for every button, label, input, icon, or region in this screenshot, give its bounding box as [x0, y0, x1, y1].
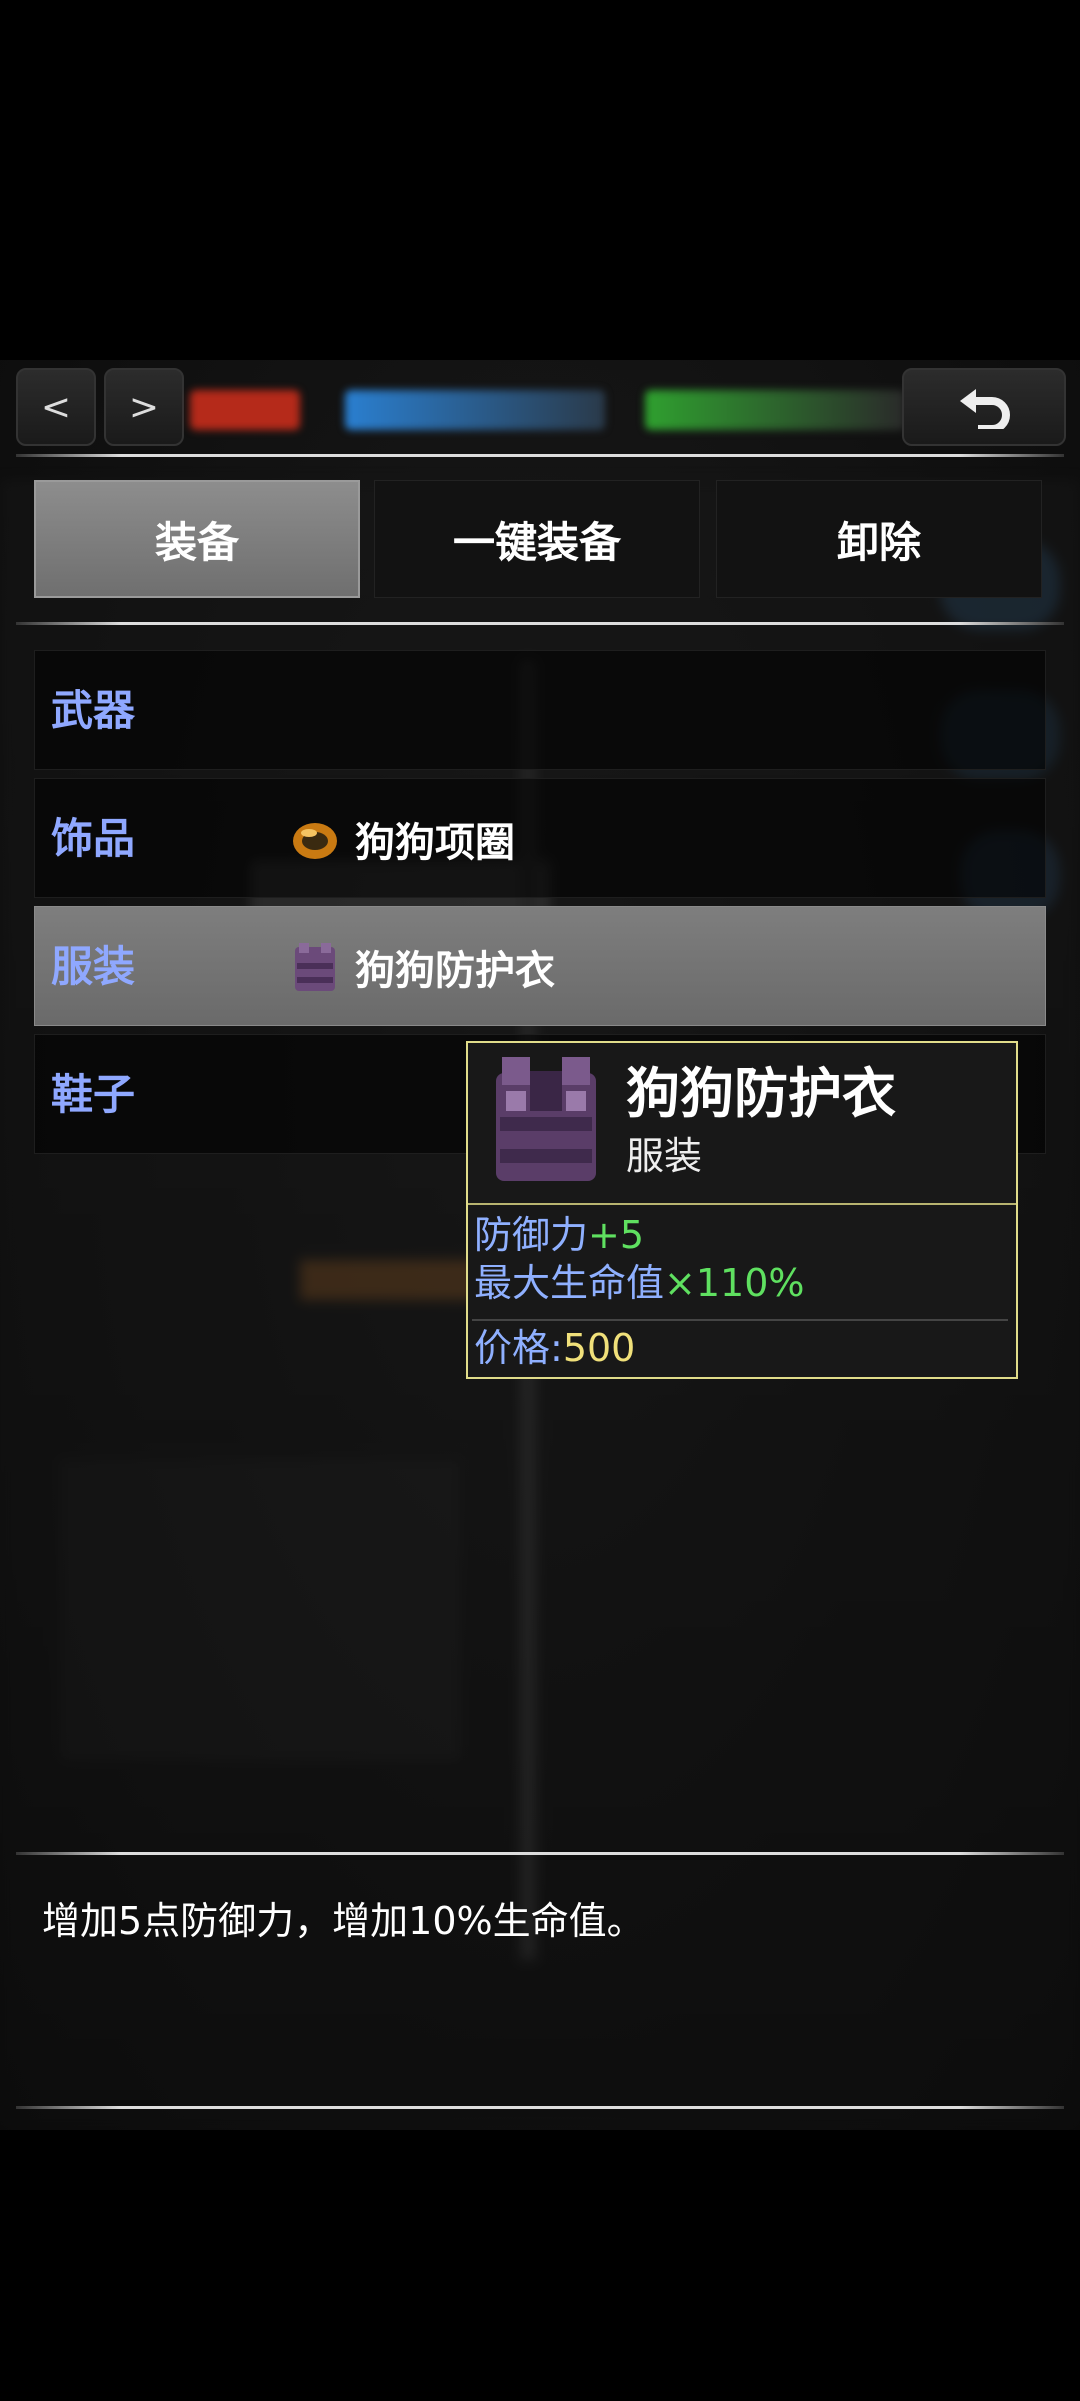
tooltip-header: 狗狗防护衣 服装	[468, 1043, 1016, 1205]
slot-label: 鞋子	[51, 1070, 136, 1119]
slot-weapon[interactable]: 武器	[34, 650, 1046, 770]
stat-defense: 防御力+5	[474, 1211, 805, 1259]
chevron-right-icon: >	[128, 386, 160, 428]
divider	[16, 454, 1064, 457]
stat-label: 防御力	[474, 1213, 589, 1257]
tooltip-price: 价格:500	[474, 1323, 635, 1373]
divider	[16, 1852, 1064, 1855]
tab-auto-equip[interactable]: 一键装备	[374, 480, 700, 598]
tab-equip[interactable]: 装备	[34, 480, 360, 598]
item-name: 狗狗防护衣	[355, 948, 555, 994]
armor-vest-icon	[496, 1057, 596, 1181]
blurred-status-bar	[190, 390, 300, 430]
stat-max-hp: 最大生命值×110%	[474, 1259, 805, 1307]
slot-clothing[interactable]: 服装 狗狗防护衣	[34, 906, 1046, 1026]
prev-button[interactable]: <	[16, 368, 96, 446]
item-tooltip: 狗狗防护衣 服装 防御力+5 最大生命值×110% 价格:500	[466, 1041, 1018, 1379]
item-name: 狗狗项圈	[355, 820, 515, 866]
price-label: 价格:	[474, 1326, 563, 1370]
price-value: 500	[562, 1326, 636, 1370]
slot-label: 武器	[51, 686, 136, 735]
undo-arrow-icon	[960, 389, 1010, 429]
slot-label: 服装	[51, 942, 136, 991]
tooltip-stats: 防御力+5 最大生命值×110%	[474, 1211, 805, 1307]
chevron-left-icon: <	[40, 386, 72, 428]
stat-value: ×110%	[664, 1261, 805, 1305]
slot-accessory[interactable]: 饰品 狗狗项圈	[34, 778, 1046, 898]
tooltip-item-name: 狗狗防护衣	[626, 1062, 896, 1125]
tab-unequip[interactable]: 卸除	[716, 480, 1042, 598]
stat-value: +5	[588, 1213, 645, 1257]
next-button[interactable]: >	[104, 368, 184, 446]
equipment-panel: < > 装备 一键装备 卸除 武器 饰品 狗狗项圈 服装 狗狗防护衣 鞋子 狗狗…	[0, 360, 1080, 2130]
blurred-status-bar	[645, 390, 905, 430]
armor-vest-icon	[295, 943, 335, 991]
divider	[16, 622, 1064, 625]
tooltip-item-type: 服装	[626, 1134, 703, 1178]
stat-label: 最大生命值	[474, 1261, 665, 1305]
blurred-status-bar	[345, 390, 605, 430]
ring-icon	[293, 823, 337, 859]
slot-label: 饰品	[51, 814, 136, 863]
item-description: 增加5点防御力，增加10%生命值。	[42, 1899, 645, 1943]
divider	[472, 1319, 1008, 1321]
back-button[interactable]	[902, 368, 1066, 446]
divider	[16, 2106, 1064, 2109]
